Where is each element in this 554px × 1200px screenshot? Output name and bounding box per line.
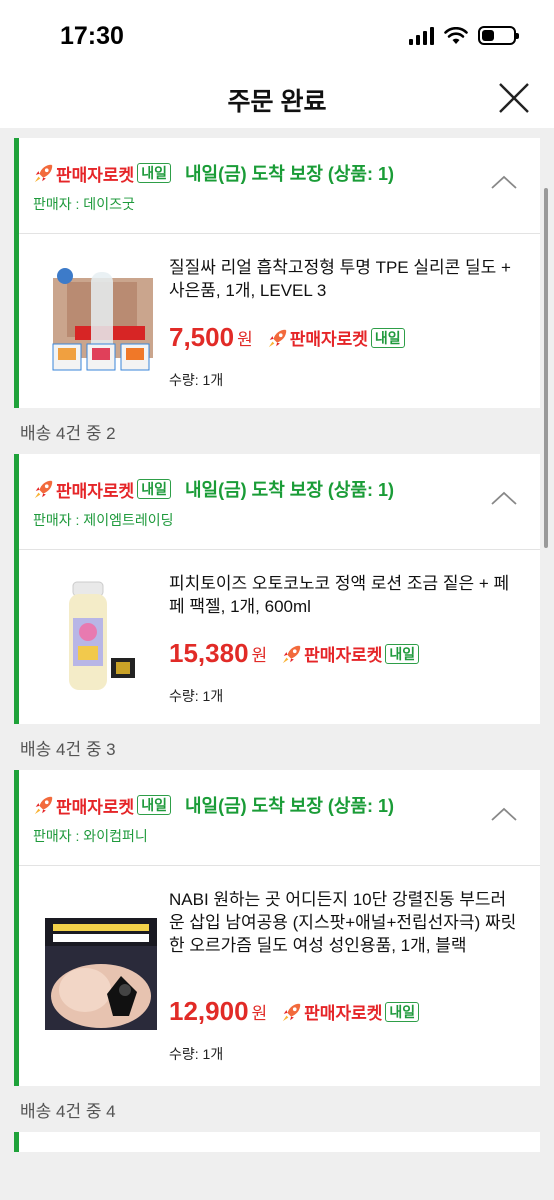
product-image[interactable] bbox=[45, 264, 157, 376]
cellular-signal-icon bbox=[409, 26, 434, 45]
quantity: 수량: 1개 bbox=[169, 372, 224, 388]
currency-unit: 원 bbox=[237, 330, 253, 349]
rocket-icon bbox=[283, 645, 301, 663]
currency-unit: 원 bbox=[251, 1004, 268, 1023]
arrival-guarantee: 내일(금) 도착 보장 (상품: 1) bbox=[184, 796, 394, 816]
order-item[interactable]: 피치토이즈 오토코노코 정액 로션 조금 짙은 + 페페 팩젤, 1개, 600… bbox=[19, 550, 540, 724]
tomorrow-tag: 내일 bbox=[385, 1001, 420, 1022]
rocket-icon bbox=[268, 329, 286, 347]
product-image[interactable] bbox=[45, 918, 157, 1030]
tomorrow-tag: 내일 bbox=[137, 795, 171, 815]
quantity: 수량: 1개 bbox=[169, 1046, 224, 1062]
arrival-guarantee: 내일(금) 도착 보장 (상품: 1) bbox=[184, 480, 394, 500]
price: 7,500 bbox=[169, 322, 235, 352]
product-image[interactable] bbox=[45, 580, 157, 692]
rocket-label: 판매자로켓 bbox=[56, 797, 135, 817]
shipment-header: 판매자로켓 내일 내일(금) 도착 보장 (상품: 1) 판매자 : 데이즈굿 bbox=[19, 138, 540, 234]
rocket-label: 판매자로켓 bbox=[304, 1004, 383, 1023]
product-name[interactable]: 피치토이즈 오토코노코 정액 로션 조금 짙은 + 페페 팩젤, 1개, 600… bbox=[169, 572, 519, 618]
delivery-badge: 판매자로켓 내일 내일(금) 도착 보장 (상품: 1) bbox=[33, 476, 394, 502]
shipment-card: 판매자로켓 내일 내일(금) 도착 보장 (상품: 1) 판매자 : 제이엠트레… bbox=[14, 454, 540, 724]
status-time: 17:30 bbox=[60, 22, 124, 50]
price: 12,900 bbox=[169, 996, 249, 1026]
status-bar: 17:30 bbox=[0, 0, 554, 70]
currency-unit: 원 bbox=[251, 646, 268, 665]
shipment-card: 판매자로켓 내일 내일(금) 도착 보장 (상품: 1) 판매자 : 와이컴퍼니… bbox=[14, 770, 540, 1086]
rocket-label: 판매자로켓 bbox=[56, 481, 135, 501]
delivery-badge: 판매자로켓 내일 내일(금) 도착 보장 (상품: 1) bbox=[33, 160, 394, 186]
price: 15,380 bbox=[169, 638, 249, 668]
chevron-up-icon[interactable] bbox=[490, 806, 518, 822]
price-row: 12,900 원 판매자로켓 내일 bbox=[169, 996, 420, 1027]
shipment-count-label: 배송 4건 중 3 bbox=[20, 739, 116, 759]
battery-icon bbox=[478, 26, 519, 45]
tomorrow-tag: 내일 bbox=[137, 163, 171, 183]
shipment-count-label: 배송 4건 중 4 bbox=[20, 1101, 116, 1121]
delivery-badge: 판매자로켓 내일 bbox=[281, 641, 420, 666]
page-title: 주문 완료 bbox=[227, 88, 327, 116]
shipment-header: 판매자로켓 내일 내일(금) 도착 보장 (상품: 1) 판매자 : 제이엠트레… bbox=[19, 454, 540, 550]
rocket-label: 판매자로켓 bbox=[56, 165, 135, 185]
rocket-label: 판매자로켓 bbox=[289, 330, 368, 349]
close-icon[interactable] bbox=[496, 80, 532, 116]
price-row: 7,500 원 판매자로켓 내일 bbox=[169, 322, 405, 353]
tomorrow-tag: 내일 bbox=[137, 479, 171, 499]
rocket-icon bbox=[34, 480, 53, 499]
shipment-card: 판매자로켓 내일 내일(금) 도착 보장 (상품: 1) 판매자 : 데이즈굿 bbox=[14, 138, 540, 408]
shipment-header: 판매자로켓 내일 내일(금) 도착 보장 (상품: 1) 판매자 : 와이컴퍼니 bbox=[19, 770, 540, 866]
tomorrow-tag: 내일 bbox=[385, 643, 420, 664]
scrollbar[interactable] bbox=[544, 188, 548, 548]
delivery-badge: 판매자로켓 내일 내일(금) 도착 보장 (상품: 1) bbox=[33, 792, 394, 818]
rocket-icon bbox=[34, 796, 53, 815]
product-name[interactable]: 질질싸 리얼 흡착고정형 투명 TPE 실리콘 딜도 + 사은품, 1개, LE… bbox=[169, 256, 519, 302]
seller-name: 판매자 : 와이컴퍼니 bbox=[33, 828, 148, 844]
quantity: 수량: 1개 bbox=[169, 688, 224, 704]
seller-name: 판매자 : 데이즈굿 bbox=[33, 196, 135, 212]
rocket-icon bbox=[34, 164, 53, 183]
arrival-guarantee: 내일(금) 도착 보장 (상품: 1) bbox=[184, 164, 394, 184]
delivery-badge: 판매자로켓 내일 bbox=[281, 999, 420, 1024]
status-icons bbox=[409, 26, 519, 45]
product-name[interactable]: NABI 원하는 곳 어디든지 10단 강렬진동 부드러운 삽입 남여공용 (지… bbox=[169, 888, 519, 957]
order-item[interactable]: NABI 원하는 곳 어디든지 10단 강렬진동 부드러운 삽입 남여공용 (지… bbox=[19, 866, 540, 1086]
order-list[interactable]: 판매자로켓 내일 내일(금) 도착 보장 (상품: 1) 판매자 : 데이즈굿 bbox=[0, 128, 554, 1152]
order-item[interactable]: 질질싸 리얼 흡착고정형 투명 TPE 실리콘 딜도 + 사은품, 1개, LE… bbox=[19, 234, 540, 408]
delivery-badge: 판매자로켓 내일 bbox=[267, 325, 405, 350]
rocket-label: 판매자로켓 bbox=[304, 646, 383, 665]
chevron-up-icon[interactable] bbox=[490, 174, 518, 190]
price-row: 15,380 원 판매자로켓 내일 bbox=[169, 638, 420, 669]
wifi-icon bbox=[444, 26, 468, 44]
seller-name: 판매자 : 제이엠트레이딩 bbox=[33, 512, 174, 528]
tomorrow-tag: 내일 bbox=[370, 327, 405, 348]
shipment-count-label: 배송 4건 중 2 bbox=[20, 423, 116, 443]
chevron-up-icon[interactable] bbox=[490, 490, 518, 506]
nav-bar: 주문 완료 bbox=[0, 70, 554, 128]
shipment-card bbox=[14, 1132, 540, 1152]
rocket-icon bbox=[283, 1003, 301, 1021]
